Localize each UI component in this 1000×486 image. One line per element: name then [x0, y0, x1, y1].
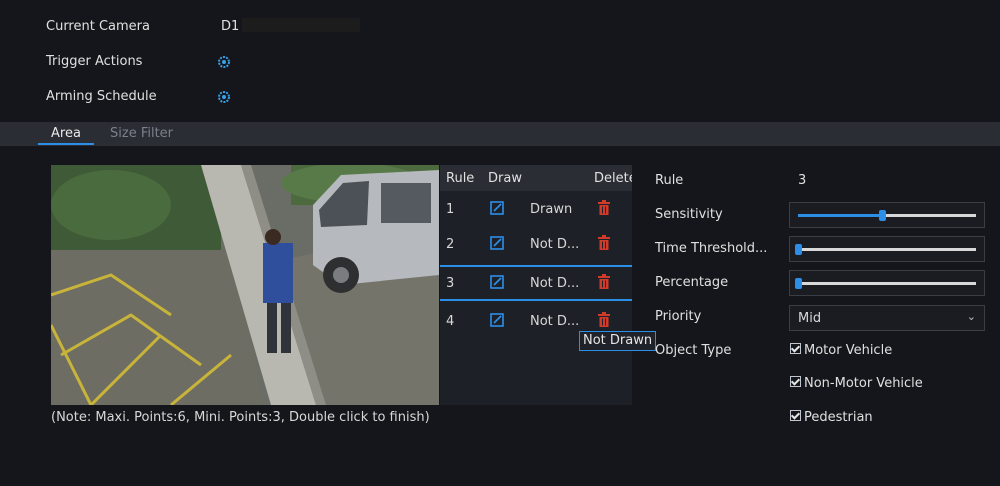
camera-preview[interactable]: [51, 165, 439, 405]
gear-icon[interactable]: [217, 90, 231, 104]
slider-track: [798, 248, 976, 251]
table-row[interactable]: 1 Drawn: [440, 193, 632, 227]
smart-rule-config-page: Current Camera D1 Trigger Actions Arming…: [0, 0, 1000, 486]
percentage-label: Percentage: [655, 275, 729, 290]
chevron-down-icon: ⌄: [966, 310, 976, 323]
slider-thumb[interactable]: [795, 278, 802, 289]
draw-status: Not D...: [530, 314, 580, 329]
sensitivity-label: Sensitivity: [655, 207, 723, 222]
checkbox-label: Motor Vehicle: [804, 343, 893, 358]
checkbox-non-motor-vehicle[interactable]: Non-Motor Vehicle: [790, 376, 923, 391]
draw-edit-icon[interactable]: [490, 236, 504, 250]
rules-table: Rule Draw Delete 1 Drawn 2 Not D... 3 No…: [440, 165, 632, 405]
current-camera-label: Current Camera: [46, 19, 150, 34]
slider-track: [798, 282, 976, 285]
tab-area[interactable]: Area: [51, 126, 81, 141]
column-header-delete: Delete: [594, 171, 632, 186]
checkbox-pedestrian[interactable]: Pedestrian: [790, 410, 873, 425]
draw-status: Not D...: [530, 237, 580, 252]
trash-icon[interactable]: [598, 312, 610, 327]
checkbox-checked-icon[interactable]: [790, 410, 801, 421]
priority-label: Priority: [655, 309, 702, 324]
rule-number: 2: [446, 237, 455, 252]
slider-thumb[interactable]: [879, 210, 886, 221]
slider-fill: [798, 214, 882, 217]
draw-status: Drawn: [530, 202, 573, 217]
redacted-camera-name: [242, 18, 360, 32]
arming-schedule-label: Arming Schedule: [46, 89, 157, 104]
slider-thumb[interactable]: [795, 244, 802, 255]
rule-number: 3: [446, 276, 455, 291]
status-tooltip: Not Drawn: [579, 331, 657, 351]
table-row-selected[interactable]: 3 Not D...: [440, 265, 632, 301]
time-threshold-slider[interactable]: [789, 236, 985, 262]
object-type-label: Object Type: [655, 343, 732, 358]
column-header-rule: Rule: [446, 171, 475, 186]
tab-size-filter[interactable]: Size Filter: [110, 126, 173, 141]
draw-edit-icon[interactable]: [490, 201, 504, 215]
trash-icon[interactable]: [598, 274, 610, 289]
table-row[interactable]: 2 Not D...: [440, 228, 632, 262]
draw-status: Not D...: [530, 276, 580, 291]
checkbox-motor-vehicle[interactable]: Motor Vehicle: [790, 343, 892, 358]
trash-icon[interactable]: [598, 200, 610, 215]
tab-bar: Area Size Filter: [0, 122, 1000, 146]
camera-frame-image: [51, 165, 439, 405]
draw-edit-icon[interactable]: [490, 313, 504, 327]
rule-number: 4: [446, 314, 455, 329]
rule-number: 1: [446, 202, 455, 217]
checkbox-label: Pedestrian: [804, 410, 873, 425]
drawing-note: (Note: Maxi. Points:6, Mini. Points:3, D…: [51, 410, 430, 425]
gear-icon[interactable]: [217, 55, 231, 69]
draw-edit-icon[interactable]: [490, 275, 504, 289]
rule-value: 3: [798, 173, 807, 188]
rules-table-header: Rule Draw Delete: [440, 165, 632, 191]
percentage-slider[interactable]: [789, 270, 985, 296]
sensitivity-slider[interactable]: [789, 202, 985, 228]
active-tab-indicator: [38, 143, 94, 145]
checkbox-checked-icon[interactable]: [790, 376, 801, 387]
trash-icon[interactable]: [598, 235, 610, 250]
priority-selected-value: Mid: [798, 311, 822, 326]
priority-select[interactable]: Mid ⌄: [789, 305, 985, 331]
current-camera-value[interactable]: D1: [221, 19, 239, 34]
checkbox-label: Non-Motor Vehicle: [804, 376, 923, 391]
column-header-draw: Draw: [488, 171, 522, 186]
trigger-actions-label: Trigger Actions: [46, 54, 143, 69]
checkbox-checked-icon[interactable]: [790, 343, 801, 354]
time-threshold-label: Time Threshold...: [655, 241, 768, 256]
rule-label: Rule: [655, 173, 684, 188]
